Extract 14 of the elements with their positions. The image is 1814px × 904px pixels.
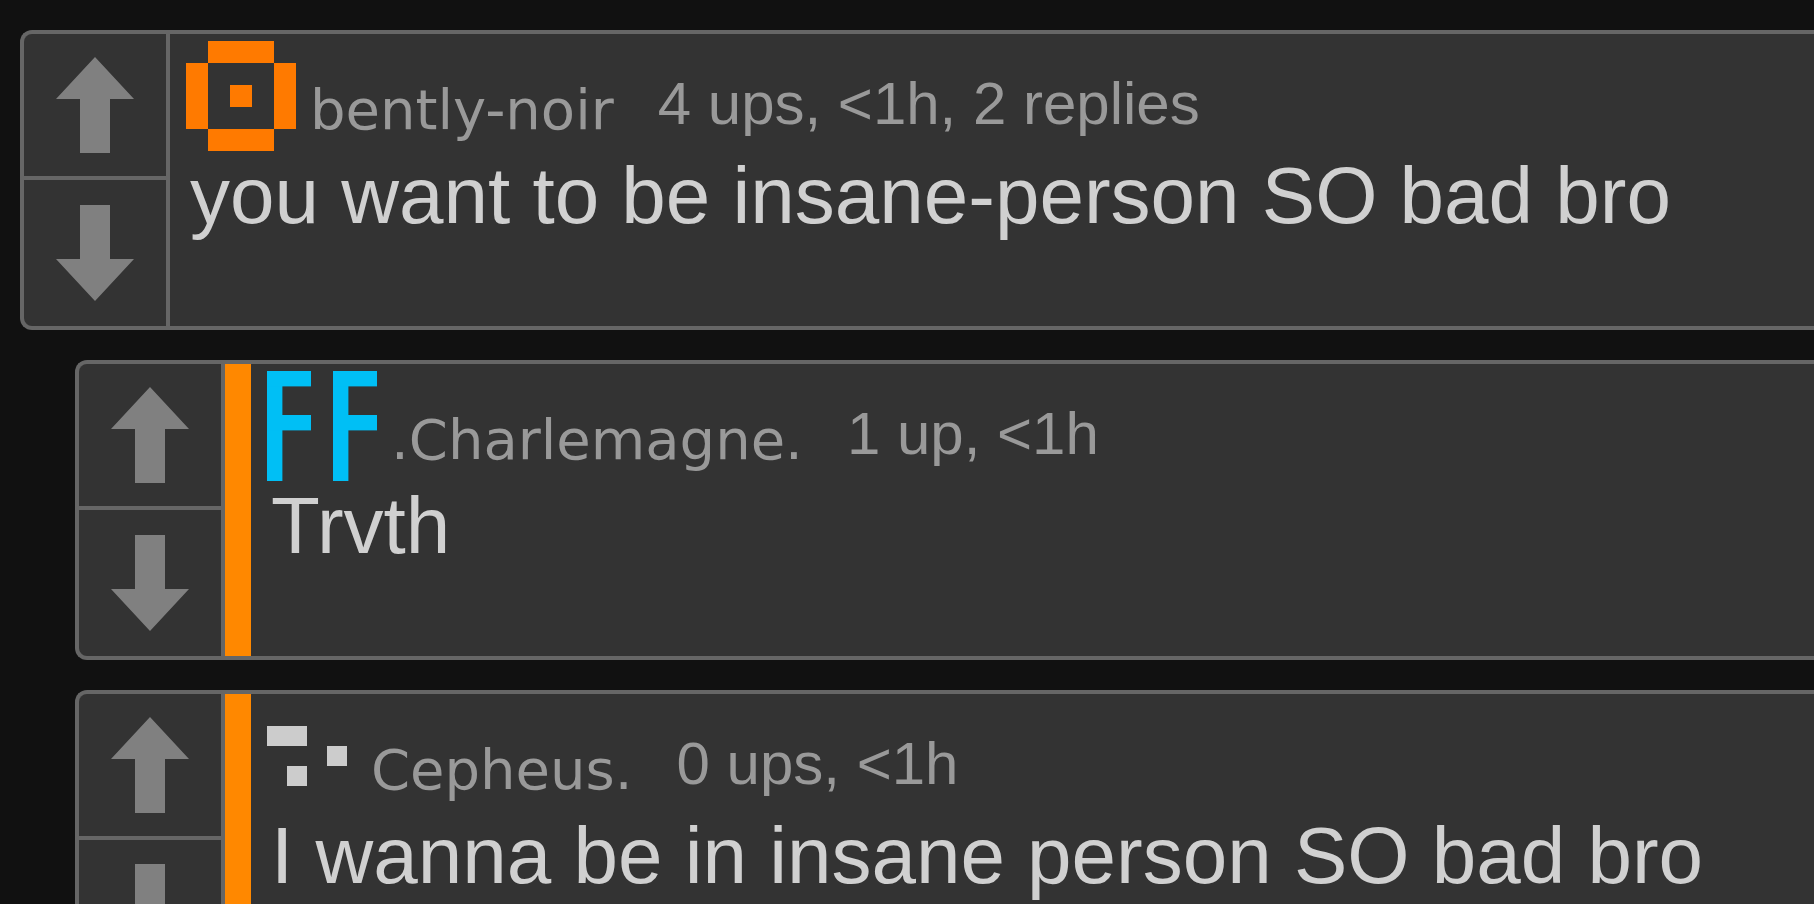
comment-meta: 0 ups, <1h <box>676 732 959 796</box>
comment-text: Trvth <box>270 484 452 568</box>
upvote-icon <box>111 387 189 483</box>
comment-text: I wanna be in insane person SO bad bro <box>270 814 1704 898</box>
username-link[interactable]: bently-noir <box>310 78 614 142</box>
avatar-icon <box>186 41 296 151</box>
avatar-icon <box>267 371 377 481</box>
username-link[interactable]: .Charlemagne. <box>391 408 803 472</box>
comment-meta: 1 up, <1h <box>846 402 1099 466</box>
username-link[interactable]: Cepheus. <box>371 738 633 802</box>
comment-text: you want to be insane-person SO bad bro <box>189 154 1671 238</box>
upvote-icon <box>111 717 189 813</box>
upvote-icon <box>56 57 134 153</box>
comment-meta: 4 ups, <1h, 2 replies <box>657 72 1200 136</box>
